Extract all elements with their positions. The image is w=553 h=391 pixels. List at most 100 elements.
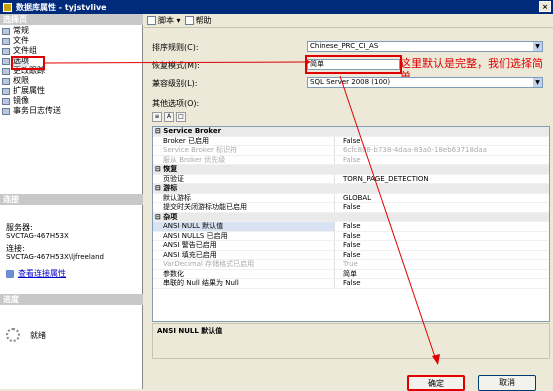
page-icon xyxy=(2,97,10,105)
grid-property-row[interactable]: 参数化 简单 xyxy=(153,269,549,279)
title-bar: 数据库属性 - tyjstvlive × xyxy=(0,0,553,14)
sidebar-item[interactable]: 事务日志传送 xyxy=(2,106,61,116)
property-name: ⊟ 杂项 xyxy=(155,212,178,221)
other-options-label: 其他选项(O): xyxy=(152,99,200,108)
property-name: Service Broker 标识符 xyxy=(153,146,335,155)
progress-status: 就绪 xyxy=(30,330,46,340)
property-value[interactable]: False xyxy=(335,156,361,165)
script-button[interactable]: 脚本 ▾ xyxy=(147,15,181,26)
chevron-down-icon: ▼ xyxy=(533,42,542,51)
sidebar-item[interactable]: 权限 xyxy=(2,76,61,86)
property-name: 服从 Broker 优先级 xyxy=(153,155,335,164)
property-name: ANSI NULL 默认值 xyxy=(153,222,335,231)
property-name: ANSI 警告已启用 xyxy=(153,241,335,250)
grid-property-row[interactable]: Broker 已启用 False xyxy=(153,136,549,146)
script-icon xyxy=(147,16,156,25)
property-name: ⊟ 游标 xyxy=(155,184,178,192)
categorized-icon[interactable]: ≡ xyxy=(152,112,162,122)
page-icon xyxy=(2,77,10,85)
help-icon xyxy=(184,16,194,25)
progress-header: 进度 xyxy=(0,294,143,305)
sidebar-item[interactable]: 扩展属性 xyxy=(2,86,61,96)
sidebar-item[interactable]: 文件组 xyxy=(2,46,61,56)
page-list: 常规 文件 文件组 选项 更改跟踪 权限 扩展属性 镜像 事务日志传送 xyxy=(2,26,61,116)
page-icon xyxy=(2,67,10,75)
property-grid: ⊟ Service Broker Broker 已启用 False Service B… xyxy=(152,126,550,322)
server-label: 服务器: xyxy=(6,223,33,232)
grid-property-row[interactable]: 默认游标 GLOBAL xyxy=(153,193,549,203)
property-name: 参数化 xyxy=(153,269,335,278)
main-pane: 脚本 ▾ 帮助 排序规则(C): Chinese_PRC_CI_AS ▼ 恢复模… xyxy=(144,14,553,391)
property-value[interactable]: False xyxy=(335,279,361,288)
grid-property-row[interactable]: ANSI 警告已启用 False xyxy=(153,241,549,251)
property-name: Broker 已启用 xyxy=(153,136,335,145)
sidebar-item-label: 文件 xyxy=(13,36,29,45)
property-value[interactable]: False xyxy=(335,222,361,231)
database-icon xyxy=(3,2,12,12)
page-icon xyxy=(2,87,10,95)
view-connection-properties-link[interactable]: 查看连接属性 xyxy=(6,269,104,278)
sidebar-item-label: 扩展属性 xyxy=(13,86,45,95)
left-pane: 选择页 常规 文件 文件组 选项 更改跟踪 权限 扩展属性 镜像 事务日志传送 连接 服务器: … xyxy=(0,14,143,389)
compat-level-combo[interactable]: SQL Server 2008 (100) ▼ xyxy=(307,77,543,88)
server-value: SVCTAG-467H53X xyxy=(6,232,69,240)
grid-property-row[interactable]: 提交时关闭游标功能已启用 False xyxy=(153,203,549,213)
grid-category-row[interactable]: ⊟ Service Broker xyxy=(153,127,549,137)
chevron-down-icon: ▼ xyxy=(533,78,542,87)
grid-property-row[interactable]: Service Broker 标识符 6cfc808-b738-4daa-83a0… xyxy=(153,146,549,156)
property-value[interactable]: True xyxy=(335,260,358,269)
property-name: 默认游标 xyxy=(153,193,335,202)
property-value[interactable]: False xyxy=(335,251,361,260)
property-value[interactable]: 6cfc808-b738-4daa-83a0-18eb63718daa xyxy=(335,146,487,155)
script-label: 脚本 ▾ xyxy=(158,16,181,25)
grid-property-row[interactable]: 服从 Broker 优先级 False xyxy=(153,155,549,165)
grid-category-row[interactable]: ⊟ 游标 xyxy=(153,184,549,194)
collation-combo[interactable]: Chinese_PRC_CI_AS ▼ xyxy=(307,41,543,52)
help-label: 帮助 xyxy=(195,16,212,25)
property-name: 提交时关闭游标功能已启用 xyxy=(153,203,335,212)
view-connection-properties-label: 查看连接属性 xyxy=(18,269,66,278)
connection-label: 连接: xyxy=(6,244,25,253)
property-value[interactable]: False xyxy=(335,137,361,146)
properties-icon xyxy=(6,269,14,278)
property-name: ANSI NULLS 已启用 xyxy=(153,231,335,240)
sidebar-item[interactable]: 镜像 xyxy=(2,96,61,106)
grid-property-row[interactable]: ANSI NULL 默认值 False xyxy=(153,222,549,232)
collation-value: Chinese_PRC_CI_AS xyxy=(310,42,379,50)
property-description: ANSI NULL 默认值 xyxy=(152,323,550,359)
property-value[interactable]: False xyxy=(335,241,361,250)
sidebar-item[interactable]: 文件 xyxy=(2,36,61,46)
grid-property-row[interactable]: ANSI NULLS 已启用 False xyxy=(153,231,549,241)
property-value[interactable]: TORN_PAGE_DETECTION xyxy=(335,175,429,184)
grid-toolbar: ≡ A □ xyxy=(152,112,188,122)
property-name: ⊟ 恢复 xyxy=(155,165,178,173)
progress-area: 就绪 xyxy=(6,328,46,342)
property-value[interactable]: GLOBAL xyxy=(335,194,371,203)
alphabetical-icon[interactable]: A xyxy=(164,112,174,122)
close-button[interactable]: × xyxy=(539,1,551,12)
sidebar-item-label: 权限 xyxy=(13,76,29,85)
window-title: 数据库属性 - tyjstvlive xyxy=(16,2,107,12)
property-name: ANSI 填充已启用 xyxy=(153,250,335,259)
sidebar-item-label: 常规 xyxy=(13,26,29,35)
connection-header: 连接 xyxy=(0,194,143,205)
grid-property-row[interactable]: ANSI 填充已启用 False xyxy=(153,250,549,260)
help-button[interactable]: 帮助 xyxy=(184,15,212,26)
property-value[interactable]: False xyxy=(335,203,361,212)
property-value[interactable]: 简单 xyxy=(335,270,357,279)
property-name: 串联的 Null 结果为 Null xyxy=(153,279,335,288)
grid-category-row[interactable]: ⊟ 恢复 xyxy=(153,165,549,175)
property-name: 页验证 xyxy=(153,174,335,183)
compat-level-label: 兼容级别(L): xyxy=(152,79,198,88)
collation-label: 排序规则(C): xyxy=(152,43,199,52)
select-page-header: 选择页 xyxy=(0,14,143,25)
grid-property-row[interactable]: VarDecimal 存储格式已启用 True xyxy=(153,260,549,270)
property-value[interactable]: False xyxy=(335,232,361,241)
grid-property-row[interactable]: 串联的 Null 结果为 Null False xyxy=(153,279,549,289)
grid-property-row[interactable]: 页验证 TORN_PAGE_DETECTION xyxy=(153,174,549,184)
grid-category-row[interactable]: ⊟ 杂项 xyxy=(153,212,549,222)
page-icon xyxy=(2,47,10,55)
property-pages-icon[interactable]: □ xyxy=(176,112,186,122)
property-name: ⊟ Service Broker xyxy=(155,127,222,135)
sidebar-item[interactable]: 常规 xyxy=(2,26,61,36)
